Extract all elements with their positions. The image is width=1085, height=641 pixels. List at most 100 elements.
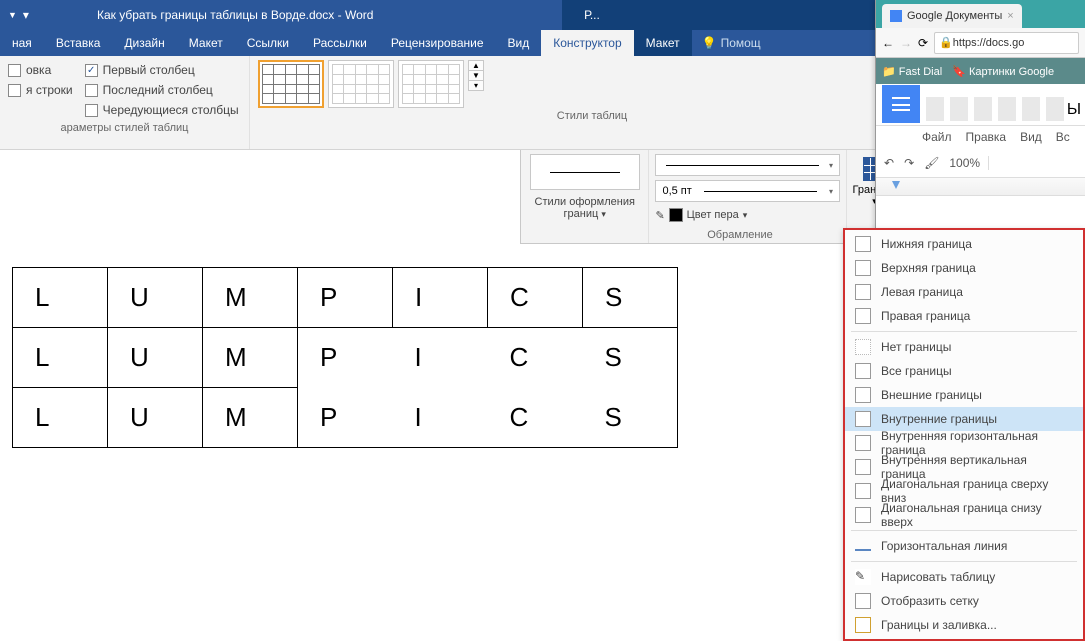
menu-border-none[interactable]: Нет границы [845,335,1083,359]
table-cell[interactable]: L [13,328,108,388]
table-cell[interactable]: L [13,388,108,448]
menu-border-inside-v[interactable]: Внутренняя вертикальная граница [845,455,1083,479]
pen-color-button[interactable]: ✎Цвет пера ▾ [655,206,840,224]
table-cell[interactable]: M [203,328,298,388]
checkbox-last-column[interactable]: Последний столбец [85,80,239,100]
table-cell[interactable]: U [108,388,203,448]
gdocs-title-placeholder[interactable] [926,97,1067,121]
checkbox-first-column[interactable]: ✓Первый столбец [85,60,239,80]
table-cell[interactable]: I [393,268,488,328]
nav-forward-button[interactable]: → [900,36,912,50]
nav-back-button[interactable]: ← [882,36,894,50]
table-cell[interactable]: U [108,328,203,388]
table-cell[interactable]: C [488,268,583,328]
bookmarks-bar: 📁 Fast Dial 🔖 Картинки Google [876,58,1085,84]
bookmark-item[interactable]: 📁 Fast Dial [882,65,942,78]
tab-mailings[interactable]: Рассылки [301,30,379,56]
table-cell[interactable]: P [298,268,393,328]
redo-button[interactable]: ↷ [904,156,914,170]
gdocs-toolbar: ↶ ↷ 🖌 100% [876,148,1085,178]
table-cell[interactable]: I [393,388,488,448]
gdocs-ruler[interactable] [876,178,1085,196]
table-style-thumb[interactable] [328,60,394,108]
nav-reload-button[interactable]: ⟳ [918,36,928,50]
tab-layout[interactable]: Макет [177,30,235,56]
pen-icon: ✎ [655,209,664,222]
menu-view-gridlines[interactable]: Отобразить сетку [845,589,1083,613]
checkbox-banded-columns[interactable]: Чередующиеся столбцы [85,100,239,120]
tab-table-layout[interactable]: Макет [634,30,692,56]
checkbox-banded-rows[interactable]: я строки [8,80,73,100]
gallery-scroll[interactable]: ▲▼▾ [468,60,484,91]
lightbulb-icon: 💡 [702,36,717,50]
tab-close-icon[interactable]: × [1007,10,1013,22]
menu-draw-table[interactable]: ✎Нарисовать таблицу [845,565,1083,589]
menu-border-diag-down[interactable]: Диагональная граница сверху вниз [845,479,1083,503]
tab-review[interactable]: Рецензирование [379,30,496,56]
example-table[interactable]: L U M P I C S L U M P I C S L U M P I C … [12,267,678,448]
checkbox-header-row[interactable]: овка [8,60,73,80]
tab-view[interactable]: Вид [496,30,542,56]
address-bar[interactable]: 🔒 https://docs.go [934,32,1079,54]
document-title: Как убрать границы таблицы в Ворде.docx … [37,8,562,22]
menu-border-all[interactable]: Все границы [845,359,1083,383]
table-styles-gallery[interactable]: ▲▼▾ [258,60,926,108]
gdocs-menu-insert[interactable]: Вс [1056,130,1070,144]
chrome-tab[interactable]: Google Документы × [882,4,1022,28]
table-cell[interactable]: C [488,388,583,448]
tab-table-design[interactable]: Конструктор [541,30,633,56]
table-cell[interactable]: C [488,328,583,388]
table-style-thumb[interactable] [398,60,464,108]
table-cell[interactable]: L [13,268,108,328]
line-style-select[interactable]: ▾ [655,154,840,176]
group-label-style-options: араметры стилей таблиц [8,120,241,134]
table-cell[interactable]: M [203,388,298,448]
gdocs-logo-icon[interactable] [882,85,920,123]
menu-border-inside[interactable]: Внутренние границы [845,407,1083,431]
menu-border-right[interactable]: Правая граница [845,304,1083,328]
tab-insert[interactable]: Вставка [44,30,113,56]
menu-border-inside-h[interactable]: Внутренняя горизонтальная граница [845,431,1083,455]
line-weight-select[interactable]: 0,5 пт▾ [655,180,840,202]
chrome-toolbar: ← → ⟳ 🔒 https://docs.go [876,28,1085,58]
menu-border-top[interactable]: Верхняя граница [845,256,1083,280]
table-style-thumb[interactable] [258,60,324,108]
menu-border-bottom[interactable]: Нижняя граница [845,232,1083,256]
zoom-select[interactable]: 100% [949,156,989,170]
menu-border-diag-up[interactable]: Диагональная граница снизу вверх [845,503,1083,527]
menu-horizontal-line[interactable]: Горизонтальная линия [845,534,1083,558]
table-cell[interactable]: S [583,328,678,388]
tell-me-search[interactable]: 💡 Помощ [692,30,771,56]
table-cell[interactable]: M [203,268,298,328]
group-label-table-styles: Стили таблиц [258,108,926,122]
border-style-sample[interactable] [530,154,640,190]
table-tools-context-label: Р... [562,0,622,30]
menu-border-outside[interactable]: Внешние границы [845,383,1083,407]
table-cell[interactable]: P [298,328,393,388]
table-cell[interactable]: S [583,388,678,448]
table-cell[interactable]: U [108,268,203,328]
chrome-tab-strip: Google Документы × [876,0,1085,28]
tab-design[interactable]: Дизайн [112,30,176,56]
table-cell[interactable]: I [393,328,488,388]
lock-icon: 🔒 [939,36,953,49]
paint-format-button[interactable]: 🖌 [924,156,939,170]
tab-home[interactable]: ная [0,30,44,56]
gdocs-menu-file[interactable]: Файл [922,130,952,144]
border-style-label[interactable]: Стили оформления границ ▾ [527,196,642,220]
table-cell[interactable]: S [583,268,678,328]
gdocs-favicon-icon [890,10,902,22]
gdocs-header: Ы [876,84,1085,126]
qat-dropdown-icon[interactable]: ▼ [8,10,17,20]
chrome-window: Google Документы × ← → ⟳ 🔒 https://docs.… [875,0,1085,230]
gdocs-menu-edit[interactable]: Правка [966,130,1007,144]
tab-references[interactable]: Ссылки [235,30,301,56]
undo-button[interactable]: ↶ [884,156,894,170]
menu-border-left[interactable]: Левая граница [845,280,1083,304]
menu-borders-dialog[interactable]: Границы и заливка... [845,613,1083,637]
bookmark-item[interactable]: 🔖 Картинки Google [952,65,1054,78]
table-cell[interactable]: P [298,388,393,448]
gdocs-menu-view[interactable]: Вид [1020,130,1042,144]
borders-dropdown-menu: Нижняя граница Верхняя граница Левая гра… [843,228,1085,641]
gdocs-menu-bar: Файл Правка Вид Вс [876,126,1085,148]
